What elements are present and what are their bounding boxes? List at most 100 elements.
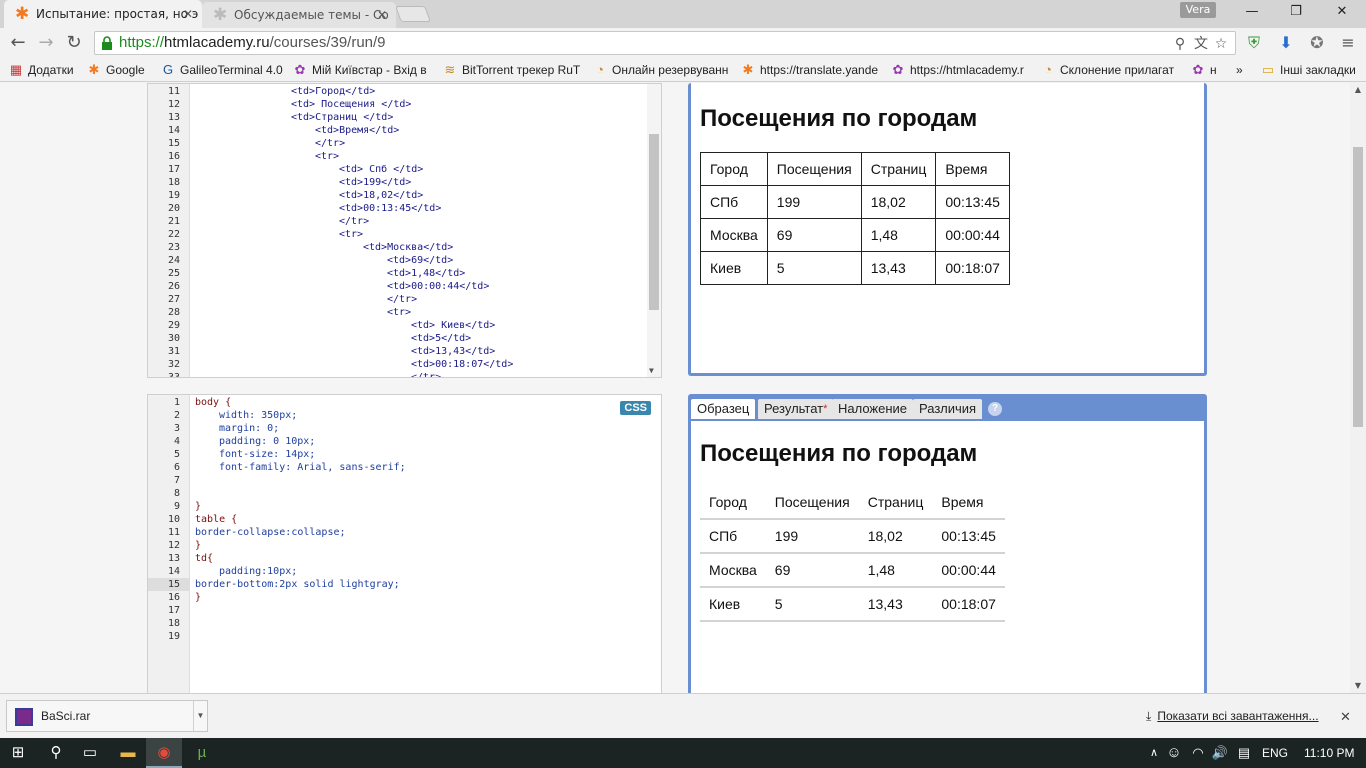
address-bar[interactable]: https://htmlacademy.ru/courses/39/run/9 … bbox=[94, 31, 1236, 55]
back-arrow-icon[interactable]: ← bbox=[6, 31, 30, 55]
chrome-icon[interactable]: ◉ bbox=[146, 738, 182, 768]
code-line: <td> Посещения </td> bbox=[291, 99, 412, 110]
table-header-cell: Время bbox=[932, 485, 1005, 520]
zoom-icon[interactable]: ⚲ bbox=[1170, 34, 1190, 54]
table-cell: 199 bbox=[766, 185, 862, 219]
bookmark-rutracker[interactable]: ≋ BitTorrent трекер RuT bbox=[442, 58, 580, 82]
notifications-icon[interactable]: ▤ bbox=[1226, 738, 1262, 768]
tab-result[interactable]: Результат* bbox=[758, 399, 834, 419]
help-icon[interactable]: ? bbox=[988, 402, 1002, 416]
code-line: <td>Москва</td> bbox=[363, 242, 454, 253]
bookmark-declension[interactable]: ◔ Склонение прилагат bbox=[1040, 58, 1180, 82]
table-cell: 18,02 bbox=[860, 185, 937, 219]
bookmark-htmlacademy[interactable]: ✿ https://htmlacademy.r bbox=[890, 58, 1030, 82]
table-cell: 69 bbox=[765, 553, 859, 588]
bookmark-other[interactable]: ▭ Інші закладки bbox=[1260, 58, 1356, 82]
table-cell: 69 bbox=[766, 218, 862, 252]
table-cell: 13,43 bbox=[858, 587, 933, 622]
bookmark-booking[interactable]: ◔ Онлайн резервуванн bbox=[592, 58, 730, 82]
close-window-button[interactable]: ✕ bbox=[1318, 0, 1366, 26]
tab-htmlacademy[interactable]: ✱ Испытание: простая, но э ✕ bbox=[4, 0, 202, 28]
table-cell: Киев bbox=[700, 251, 768, 285]
table-cell: Киев bbox=[700, 587, 766, 622]
minimize-button[interactable]: — bbox=[1228, 0, 1276, 26]
close-icon[interactable]: ✕ bbox=[1340, 694, 1351, 739]
file-explorer-icon[interactable]: ▬ bbox=[110, 738, 146, 768]
tab-close-icon[interactable]: ✕ bbox=[183, 0, 193, 28]
code-line: } bbox=[195, 501, 202, 512]
line-number: 1 bbox=[173, 397, 180, 408]
code-line: <td>199</td> bbox=[339, 177, 412, 188]
extension-icon[interactable]: ✪ bbox=[1305, 31, 1329, 55]
bookmark-kyivstar-2[interactable]: ✿ н bbox=[1190, 58, 1224, 82]
yandex-icon: ✱ bbox=[742, 62, 754, 77]
windows-start-icon[interactable]: ⊞ bbox=[0, 738, 36, 768]
code-line: width: 350px; bbox=[219, 410, 298, 421]
download-icon: ⤓ bbox=[1146, 709, 1152, 723]
page-scrollbar[interactable]: ▲ ▼ bbox=[1350, 83, 1366, 693]
tab-discussions[interactable]: ✱ Обсуждаемые темы - Co ✕ bbox=[202, 2, 396, 28]
preview-tabs: Образец Результат* Наложение Различия ? bbox=[691, 397, 1204, 421]
table-header-cell: Страниц bbox=[858, 485, 933, 520]
html-editor[interactable]: 11 <td>Город</td> 12 <td> Посещения </td> 13… bbox=[147, 83, 662, 378]
editor-scrollbar[interactable]: ▼ bbox=[647, 84, 661, 377]
tab-close-icon[interactable]: ✕ bbox=[377, 2, 387, 28]
tab-sample[interactable]: Образец bbox=[691, 399, 756, 419]
code-line: <td>00:18:07</td> bbox=[411, 359, 514, 370]
browser-toolbar: ← → ↻ https://htmlacademy.ru/courses/39/… bbox=[0, 28, 1366, 58]
bookmark-kyivstar[interactable]: ✿ Мій Київстар - Вхід в bbox=[292, 58, 432, 82]
language-indicator[interactable]: ENG bbox=[1262, 738, 1288, 768]
menu-icon[interactable]: ≡ bbox=[1336, 31, 1360, 55]
line-number: 30 bbox=[167, 333, 180, 344]
folder-icon: ▭ bbox=[1261, 62, 1275, 77]
download-extension-icon[interactable]: ⬇ bbox=[1274, 31, 1298, 55]
star-icon[interactable]: ☆ bbox=[1211, 34, 1231, 54]
search-icon[interactable]: ⚲ bbox=[38, 738, 74, 768]
htmlacademy-icon: ✿ bbox=[892, 62, 904, 77]
code-line: </tr> bbox=[411, 372, 442, 378]
chevron-down-icon[interactable]: ▼ bbox=[193, 701, 207, 731]
code-line: } bbox=[195, 540, 202, 551]
reload-icon[interactable]: ↻ bbox=[62, 31, 86, 55]
new-tab-button[interactable] bbox=[395, 6, 431, 22]
task-view-icon[interactable]: ▭ bbox=[72, 738, 108, 768]
page-content: 11 <td>Город</td> 12 <td> Посещения </td> 13… bbox=[0, 83, 1350, 693]
translate-icon[interactable]: 文 bbox=[1191, 34, 1211, 54]
scrollbar-thumb[interactable] bbox=[1353, 147, 1363, 427]
code-line: <td>Город</td> bbox=[291, 86, 376, 97]
kyivstar-icon: ✿ bbox=[1192, 62, 1204, 77]
tab-diff[interactable]: Различия bbox=[913, 399, 983, 419]
clock[interactable]: 11:10 PM bbox=[1304, 738, 1354, 768]
utorrent-icon[interactable]: µ bbox=[184, 738, 220, 768]
windows-taskbar: ⊞ ⚲ ▭ ▬ ◉ µ ∧ ☺ ◠ 🔊 ▤ ENG 11:10 PM bbox=[0, 738, 1366, 768]
line-number: 28 bbox=[167, 307, 180, 318]
line-number: 12 bbox=[167, 540, 180, 551]
line-number: 21 bbox=[167, 216, 180, 227]
sample-table: Город Посещения Страниц Время СПб 199 18,02 00:… bbox=[700, 485, 1005, 622]
show-all-downloads-link[interactable]: ⤓ Показати всі завантаження... bbox=[1146, 694, 1319, 739]
css-editor[interactable]: 1 body {2 width: 350px; 3 margin: 0; 4 padding… bbox=[147, 394, 662, 693]
code-line: font-family: Arial, sans-serif; bbox=[219, 462, 406, 473]
tab-overlay[interactable]: Наложение bbox=[832, 399, 914, 419]
url-text: https://htmlacademy.ru/courses/39/run/9 bbox=[119, 34, 386, 51]
download-item[interactable]: BaSci.rar ▼ bbox=[6, 700, 208, 732]
shield-extension-icon[interactable]: ⛨ bbox=[1242, 31, 1266, 55]
maximize-button[interactable]: ❐ bbox=[1272, 0, 1320, 26]
table-header-cell: Время bbox=[935, 152, 1010, 186]
google-icon: ✱ bbox=[88, 62, 100, 77]
more-bookmarks-button[interactable]: » bbox=[1236, 58, 1243, 82]
bookmark-galileo[interactable]: G GalileoTerminal 4.0 bbox=[160, 58, 283, 82]
bookmark-google[interactable]: ✱ Google bbox=[86, 58, 145, 82]
forward-arrow-icon[interactable]: → bbox=[34, 31, 58, 55]
table-cell: 13,43 bbox=[860, 251, 937, 285]
line-number: 26 bbox=[167, 281, 180, 292]
code-line: <tr> bbox=[315, 151, 340, 162]
tab-title: Обсуждаемые темы - Co bbox=[234, 8, 389, 22]
code-line: <td>00:00:44</td> bbox=[387, 281, 490, 292]
bookmark-apps[interactable]: ▦ Додатки bbox=[8, 58, 74, 82]
bookmark-yandex-translate[interactable]: ✱ https://translate.yandе bbox=[740, 58, 880, 82]
table-header-cell: Город bbox=[700, 152, 768, 186]
line-number: 15 bbox=[167, 579, 180, 590]
code-line: <tr> bbox=[387, 307, 412, 318]
profile-button[interactable]: Vera bbox=[1180, 2, 1216, 18]
